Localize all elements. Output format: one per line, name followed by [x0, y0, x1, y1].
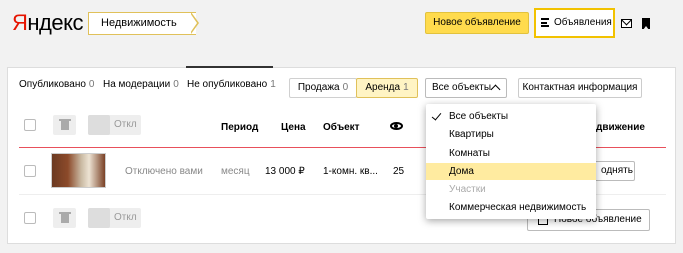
active-tab-indicator [186, 66, 273, 68]
eye-icon [390, 122, 403, 130]
rent-label: Аренда [365, 82, 401, 93]
sale-label: Продажа [297, 82, 340, 93]
option-rooms[interactable]: Комнаты [426, 145, 596, 162]
row-price: 13 000 ₽ [265, 166, 305, 177]
option-label: Квартиры [449, 129, 494, 140]
tab-count: 0 [88, 79, 95, 90]
mail-icon[interactable] [621, 19, 632, 28]
tab-moderation[interactable]: На модерации 0 [103, 79, 179, 91]
row-views: 25 [393, 166, 405, 177]
option-all-objects[interactable]: Все объекты [426, 108, 596, 125]
listing-photo[interactable] [51, 153, 106, 188]
option-land: Участки [426, 181, 596, 198]
toggle-knob [88, 208, 110, 228]
contact-info-button[interactable]: Контактная информация [518, 78, 642, 98]
row-object[interactable]: 1-комн. кв... [323, 166, 378, 178]
option-label: Комнаты [449, 148, 490, 159]
rent-toggle[interactable]: Аренда 1 [356, 78, 418, 98]
trash-icon [61, 121, 69, 130]
disable-label: Откл [114, 212, 137, 223]
tab-label: Опубликовано [19, 79, 86, 90]
option-houses[interactable]: Дома [426, 163, 596, 180]
sale-toggle[interactable]: Продажа 0 [289, 78, 357, 98]
option-label: Дома [449, 166, 474, 177]
column-header-period: Период [221, 122, 259, 133]
chevron-up-icon [490, 84, 501, 95]
raise-button[interactable]: однять [590, 161, 635, 181]
list-icon [541, 18, 549, 27]
column-header-price: Цена [281, 122, 306, 133]
toggle-knob [88, 115, 110, 135]
option-apartments[interactable]: Квартиры [426, 126, 596, 143]
tab-label: Не опубликовано [187, 79, 268, 90]
logo-first-letter: Я [12, 10, 28, 35]
object-filter-select[interactable]: Все объекты [425, 78, 507, 98]
select-all-checkbox[interactable] [24, 119, 36, 131]
section-arrow-fill [190, 13, 197, 33]
tab-published[interactable]: Опубликовано 0 [19, 79, 94, 91]
ads-link[interactable]: Объявления [534, 8, 615, 38]
logo-rest: ндекс [27, 10, 83, 35]
column-header-object: Объект [323, 122, 360, 133]
row-checkbox[interactable] [24, 165, 36, 177]
sale-count: 0 [342, 82, 349, 93]
column-header-promotion: движение [596, 122, 645, 133]
option-commercial[interactable]: Коммерческая недвижимость [426, 199, 596, 216]
row-status: Отключено вами [125, 166, 203, 177]
footer-checkbox[interactable] [24, 212, 36, 224]
tab-count: 1 [270, 79, 276, 90]
check-icon [431, 110, 442, 121]
bookmark-icon[interactable] [642, 18, 650, 30]
footer-disable-button[interactable]: Откл [88, 208, 141, 228]
rent-count: 1 [403, 82, 409, 93]
disable-label: Откл [114, 119, 137, 130]
new-ad-button[interactable]: Новое объявление [425, 12, 529, 34]
row-period: месяц [221, 166, 250, 177]
object-filter-dropdown: Все объекты Квартиры Комнаты Дома Участк… [426, 104, 596, 219]
trash-icon [61, 214, 69, 223]
option-label: Участки [449, 184, 486, 195]
option-label: Коммерческая недвижимость [449, 202, 587, 213]
yandex-logo[interactable]: Яндекс [12, 9, 83, 37]
footer-delete-button[interactable] [53, 208, 76, 228]
tab-label: На модерации [103, 79, 171, 90]
disable-button[interactable]: Откл [88, 115, 141, 135]
ads-link-label: Объявления [554, 17, 612, 28]
delete-button[interactable] [53, 115, 76, 135]
section-label[interactable]: Недвижимость [88, 12, 196, 35]
tab-unpublished[interactable]: Не опубликовано 1 [187, 79, 276, 91]
option-label: Все объекты [449, 111, 509, 122]
object-filter-value: Все объекты [432, 82, 492, 93]
tab-count: 0 [173, 79, 179, 90]
